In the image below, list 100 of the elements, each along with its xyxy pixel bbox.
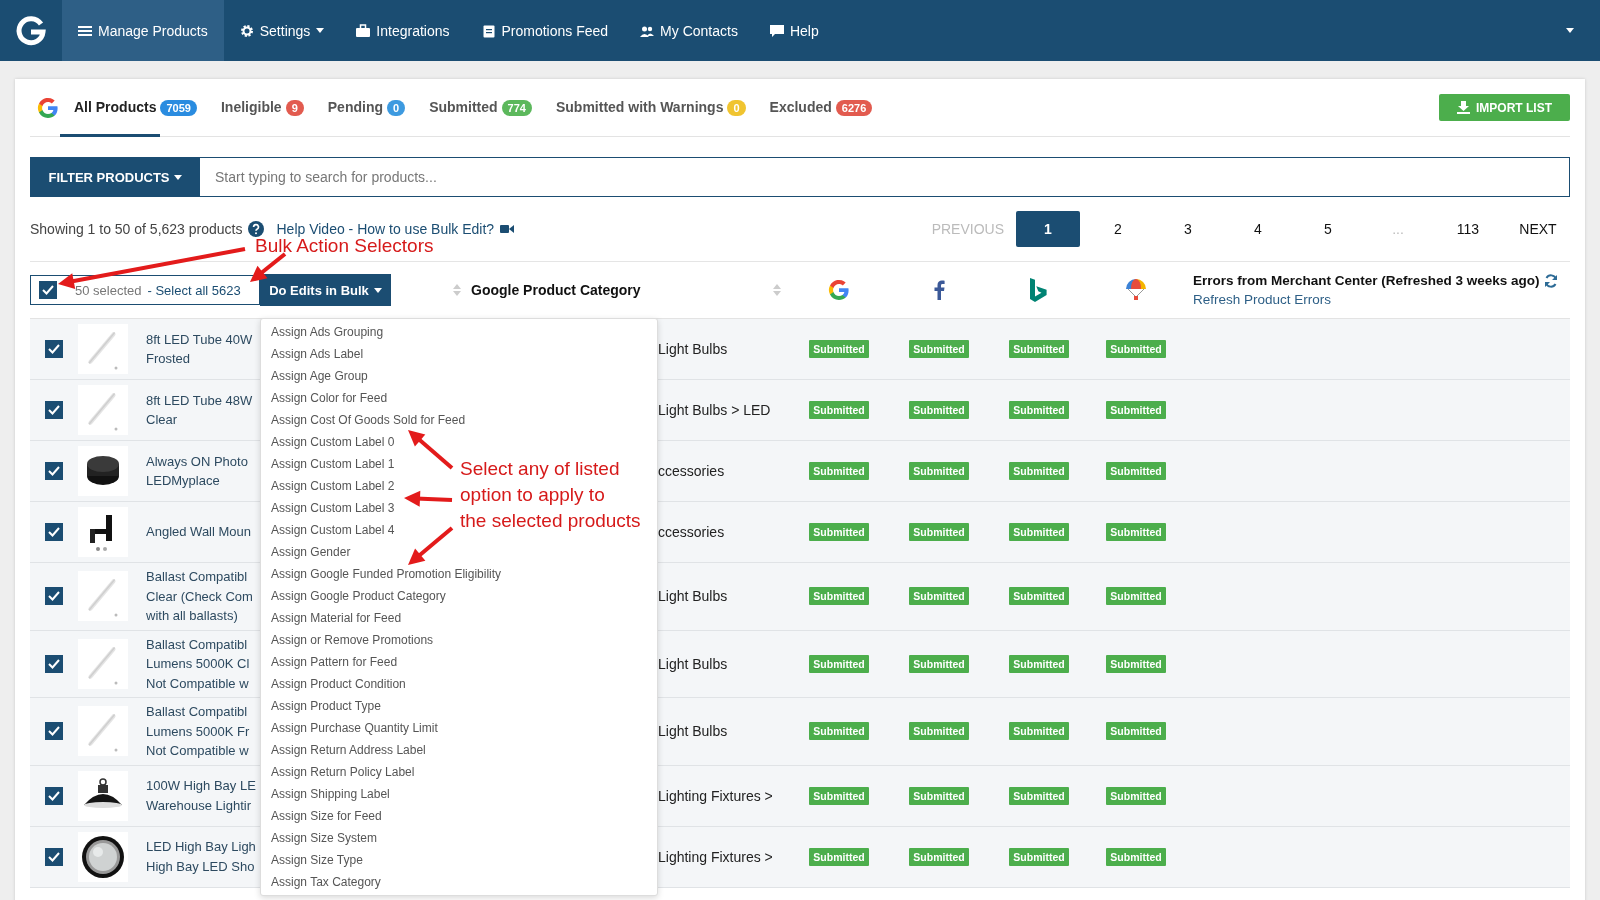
product-name[interactable]: Always ON Photo LEDMyplace [146, 451, 248, 491]
nav-item[interactable]: Manage Products [62, 0, 224, 61]
menu-item[interactable]: Assign Size for Feed [271, 805, 382, 827]
menu-item[interactable]: Assign Cost Of Goods Sold for Feed [271, 409, 466, 431]
category-cell-text: Light Bulbs > LED [658, 402, 772, 418]
menu-item[interactable]: Assign Purchase Quantity Limit [271, 717, 438, 739]
bulk-edit-button[interactable]: Do Edits in Bulk [260, 274, 391, 306]
page-button[interactable]: 2 [1086, 211, 1150, 247]
page-button[interactable]: 4 [1226, 211, 1290, 247]
menu-item[interactable]: Assign Custom Label 3 [271, 497, 395, 519]
product-name[interactable]: Ballast Compatibl Clear (Check Com with all ballasts) [146, 567, 253, 626]
menu-item[interactable]: Assign Tax Category [271, 871, 381, 893]
menu-item[interactable]: Assign Size System [271, 827, 378, 849]
status-badge: Submitted [1106, 786, 1166, 805]
row-checkbox[interactable] [45, 401, 63, 419]
filter-products-button[interactable]: FILTER PRODUCTS [30, 157, 200, 197]
tab[interactable]: Pending [307, 79, 387, 137]
menu-item[interactable]: Assign Custom Label 4 [271, 519, 395, 541]
menu-item[interactable]: Assign Return Policy Label [271, 761, 415, 783]
product-name[interactable]: Ballast Compatibl Lumens 5000K Cl Not Compatible w [146, 634, 250, 693]
select-all-checkbox[interactable] [39, 281, 57, 299]
caret-icon[interactable] [1566, 28, 1574, 33]
row-checkbox[interactable] [45, 462, 63, 480]
tab[interactable]: Submitted [409, 79, 502, 137]
tab[interactable]: Ineligible [200, 79, 286, 137]
page-button[interactable]: 5 [1296, 211, 1360, 247]
status-badge: Submitted [1106, 722, 1166, 741]
row-checkbox[interactable] [45, 786, 63, 805]
row-checkbox[interactable] [45, 587, 63, 606]
nav-item[interactable]: My Contacts [624, 0, 754, 61]
menu-item[interactable]: Assign Shipping Label [271, 783, 390, 805]
product-name[interactable]: 8ft LED Tube 48W Clear [146, 390, 253, 430]
menu-item[interactable]: Assign Custom Label 1 [271, 453, 395, 475]
page-button[interactable]: 113 [1436, 211, 1500, 247]
nav-item[interactable]: Help [753, 0, 835, 61]
tab[interactable]: All Products [60, 79, 161, 137]
column-header: Errors from Merchant Center (Refreshed 3 weeks ago) [1193, 273, 1540, 288]
row-checkbox[interactable] [45, 654, 63, 673]
tab[interactable]: Excluded [749, 79, 836, 137]
nav-item[interactable]: Settings [223, 0, 341, 61]
menu-item[interactable]: Assign or Remove Promotions [271, 629, 434, 651]
help-video-link[interactable]: Help Video - How to use Bulk Edit? [276, 221, 495, 237]
status-badge: Submitted [909, 654, 969, 673]
menu-item[interactable]: Assign Size Type [271, 849, 363, 871]
status-badge: Submitted [809, 523, 869, 541]
page-button[interactable]: NEXT [1506, 211, 1570, 247]
clipboard-icon [481, 23, 496, 38]
product-name[interactable]: Angled Wall Moun [146, 522, 251, 542]
row-checkbox[interactable] [45, 523, 63, 541]
product-name[interactable]: 100W High Bay LE Warehouse Lightir [146, 776, 256, 815]
select-all-link[interactable]: - Select all 5623 [147, 282, 241, 298]
status-badge: Submitted [809, 401, 869, 419]
menu-item[interactable]: Assign Product Condition [271, 673, 406, 695]
page-button[interactable]: 3 [1156, 211, 1220, 247]
nav-item[interactable]: Promotions Feed [465, 0, 625, 61]
list-icon [78, 23, 92, 38]
menu-item[interactable]: Assign Age Group [271, 365, 368, 387]
search-field[interactable]: Start typing to search for products... [200, 157, 1570, 197]
status-badge: Submitted [809, 847, 869, 866]
row-checkbox[interactable] [45, 847, 63, 866]
page-button[interactable]: 1 [1016, 211, 1080, 247]
product-name[interactable]: Ballast Compatibl Lumens 5000K Fr Not Compatible w [146, 702, 250, 761]
refresh-errors-link[interactable]: Refresh Product Errors [1193, 292, 1570, 307]
product-name[interactable]: LED High Bay Ligh High Bay LED Sho [146, 837, 256, 876]
status-badge: Submitted [1009, 654, 1069, 673]
row-checkbox[interactable] [45, 340, 63, 358]
status-badge: Submitted [809, 587, 869, 606]
product-name[interactable]: 8ft LED Tube 40W Frosted [146, 329, 253, 369]
category-cell-text: ccessories [658, 463, 726, 479]
refresh-icon[interactable] [1543, 273, 1558, 288]
menu-item[interactable]: Assign Ads Label [271, 343, 364, 365]
menu-item[interactable]: Assign Custom Label 0 [271, 431, 395, 453]
menu-item[interactable]: Assign Color for Feed [271, 387, 388, 409]
count-badge: 7059 [160, 99, 197, 116]
category-cell-text: Lighting Fixtures > [658, 848, 774, 865]
menu-item[interactable]: Assign Return Address Label [271, 739, 426, 761]
help-icon[interactable] [248, 221, 265, 237]
status-badge: Submitted [1009, 847, 1069, 866]
status-badge: Submitted [809, 462, 869, 480]
menu-item[interactable]: Assign Pattern for Feed [271, 651, 398, 673]
menu-item[interactable]: Assign Material for Feed [271, 607, 402, 629]
status-badge: Submitted [809, 722, 869, 741]
menu-item[interactable]: Assign Custom Label 2 [271, 475, 395, 497]
category-cell-text: Light Bulbs [658, 588, 729, 605]
nav-item[interactable]: Integrations [340, 0, 466, 61]
count-badge: 6276 [835, 99, 873, 116]
status-badge: Submitted [909, 401, 969, 419]
menu-item[interactable]: Assign Ads Grouping [271, 321, 384, 343]
annotation-arrow [404, 490, 453, 507]
menu-item[interactable]: Assign Product Type [271, 695, 381, 717]
menu-item[interactable]: Assign Google Product Category [271, 585, 446, 607]
menu-item[interactable]: Assign Google Funded Promotion Eligibility [271, 563, 502, 585]
selected-count: 50 selected [75, 282, 142, 298]
tab[interactable]: Submitted with Warnings [535, 79, 728, 137]
menu-item[interactable]: Assign Gender [271, 541, 351, 563]
chat-bubble-icon [769, 23, 784, 38]
status-badge: Submitted [909, 786, 969, 805]
annotation-arrow [408, 430, 454, 470]
row-checkbox[interactable] [45, 722, 63, 741]
count-badge: 774 [501, 99, 532, 116]
